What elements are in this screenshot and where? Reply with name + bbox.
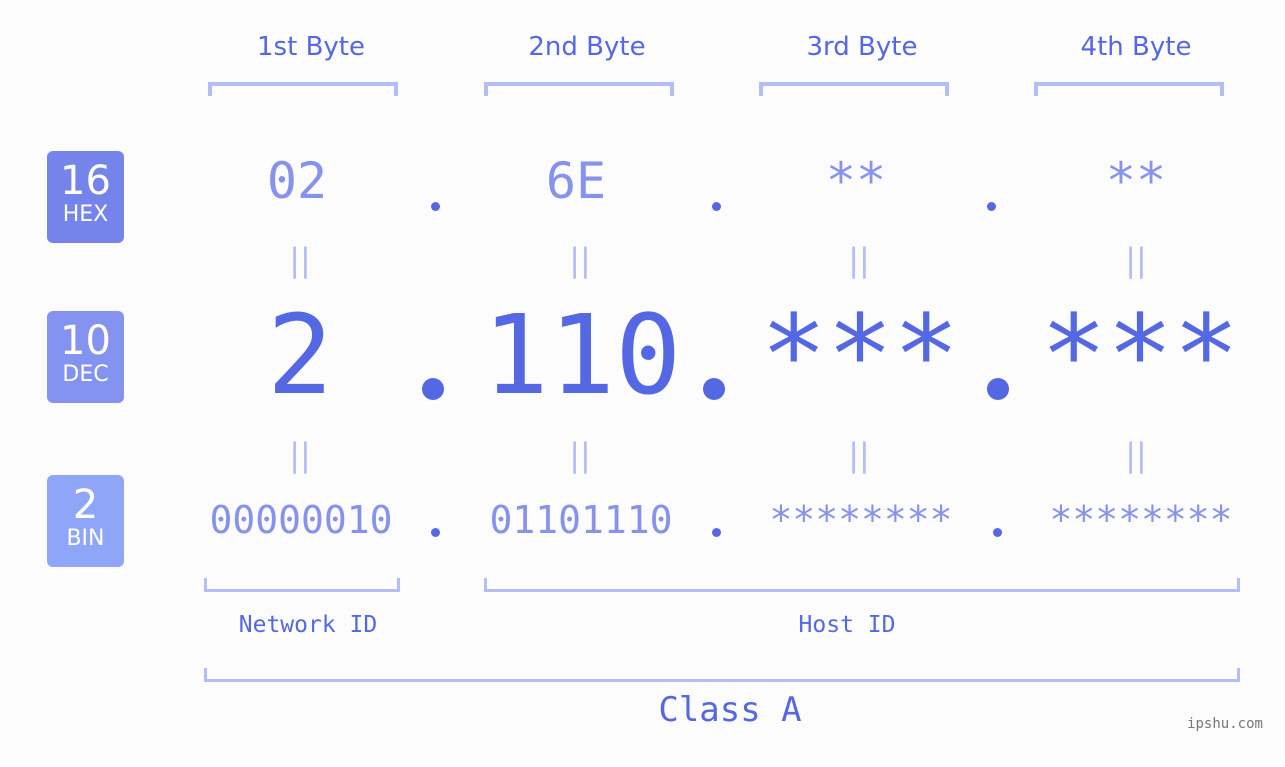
dec-separator-dot <box>422 378 444 400</box>
dec-badge-base: 10 <box>60 318 111 364</box>
hex-badge-base: 16 <box>60 158 111 204</box>
hex-byte-4: ** <box>1105 152 1167 210</box>
byte-bracket-2 <box>484 82 674 96</box>
dec-byte-1: 2 <box>266 291 334 419</box>
dec-separator-dot <box>703 378 725 400</box>
byte-label-2: 2nd Byte <box>528 32 646 62</box>
dec-badge-label: DEC <box>62 362 109 387</box>
bin-byte-4: ******** <box>1049 498 1233 542</box>
equals-sign: || <box>848 436 870 474</box>
dec-byte-4: *** <box>1040 291 1240 419</box>
bin-badge: 2 BIN <box>47 475 124 567</box>
watermark: ipshu.com <box>1187 716 1263 732</box>
bin-byte-1: 00000010 <box>209 498 393 542</box>
bin-separator-dot <box>993 528 1002 537</box>
class-label: Class A <box>658 690 802 730</box>
byte-bracket-1 <box>208 82 398 96</box>
hex-byte-1: 02 <box>266 152 328 210</box>
byte-label-4: 4th Byte <box>1080 32 1192 62</box>
bin-separator-dot <box>712 528 721 537</box>
hex-separator-dot <box>987 202 996 211</box>
equals-sign: || <box>1125 436 1147 474</box>
hex-badge: 16 HEX <box>47 151 124 243</box>
equals-sign: || <box>569 436 591 474</box>
class-bracket <box>204 668 1240 682</box>
bin-separator-dot <box>431 528 440 537</box>
equals-sign: || <box>1125 241 1147 279</box>
byte-label-1: 1st Byte <box>257 32 365 62</box>
byte-label-3: 3rd Byte <box>806 32 918 62</box>
hex-byte-3: ** <box>825 152 887 210</box>
hex-separator-dot <box>712 202 721 211</box>
bin-badge-base: 2 <box>72 482 99 528</box>
byte-bracket-3 <box>759 82 949 96</box>
bin-byte-2: 01101110 <box>489 498 673 542</box>
dec-separator-dot <box>987 378 1009 400</box>
bin-badge-label: BIN <box>66 526 105 551</box>
network-id-label: Network ID <box>238 612 378 638</box>
hex-separator-dot <box>431 202 440 211</box>
equals-sign: || <box>289 241 311 279</box>
equals-sign: || <box>289 436 311 474</box>
bin-byte-3: ******** <box>769 498 953 542</box>
dec-byte-2: 110 <box>482 291 682 419</box>
hex-byte-2: 6E <box>545 152 607 210</box>
byte-bracket-4 <box>1034 82 1224 96</box>
network-id-bracket <box>204 578 400 592</box>
dec-badge: 10 DEC <box>47 311 124 403</box>
host-id-label: Host ID <box>798 612 896 638</box>
hex-badge-label: HEX <box>62 202 109 227</box>
equals-sign: || <box>569 241 591 279</box>
dec-byte-3: *** <box>760 291 960 419</box>
host-id-bracket <box>484 578 1240 592</box>
equals-sign: || <box>848 241 870 279</box>
